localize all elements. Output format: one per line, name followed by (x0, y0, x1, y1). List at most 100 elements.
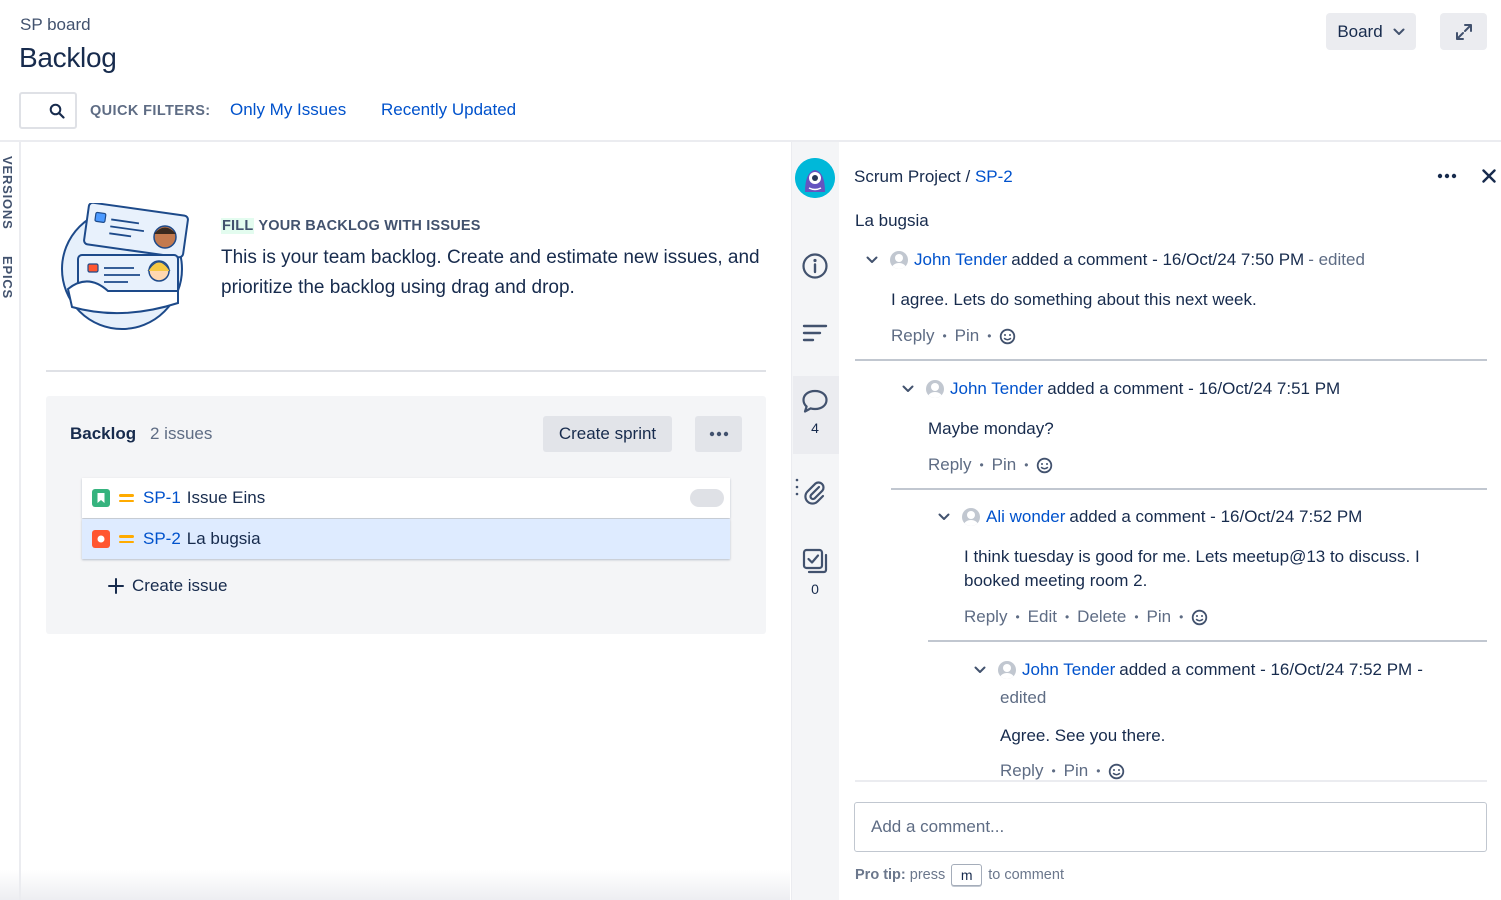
issue-key[interactable]: SP-2 (143, 529, 181, 549)
reply-link[interactable]: Reply (1000, 761, 1043, 781)
issue-more-button[interactable] (1434, 166, 1460, 186)
emoji-reaction-icon[interactable] (1036, 457, 1053, 474)
pin-link[interactable]: Pin (1147, 607, 1172, 627)
details-rail-button[interactable] (795, 252, 835, 280)
empty-state-heading-highlight: FILL (221, 218, 255, 234)
chevron-down-icon[interactable] (862, 250, 882, 270)
board-button-label: Board (1337, 21, 1383, 41)
checklist-icon (802, 548, 828, 574)
quick-filter-recently-updated[interactable]: Recently Updated (381, 100, 516, 120)
comment-author[interactable]: John Tender (1022, 660, 1115, 680)
paperclip-icon (804, 481, 825, 505)
comment-body: I agree. Lets do something about this ne… (891, 290, 1257, 309)
close-icon (1482, 169, 1496, 183)
breadcrumb-separator: / (965, 167, 971, 186)
emoji-reaction-icon[interactable] (1108, 763, 1125, 780)
backlog-more-button[interactable] (695, 416, 742, 452)
board-dropdown-button[interactable]: Board (1326, 13, 1416, 50)
pro-tip-rest: to comment (988, 867, 1064, 883)
emoji-reaction-icon[interactable] (1191, 609, 1208, 626)
priority-medium-icon (119, 534, 134, 544)
tab-versions[interactable]: VERSIONS (0, 156, 15, 230)
comment-actions: Reply • Edit • Delete • Pin • (964, 607, 1208, 627)
quick-filters-label: QUICK FILTERS: (90, 103, 211, 119)
chevron-down-icon[interactable] (934, 507, 954, 527)
project-link[interactable]: Scrum Project (854, 167, 961, 186)
user-avatar-icon (998, 661, 1016, 679)
pro-tip-label: Pro tip: (855, 867, 906, 883)
reply-link[interactable]: Reply (928, 455, 971, 475)
comment-timestamp[interactable]: 16/Oct/24 7:50 PM (1162, 250, 1304, 270)
fullscreen-button[interactable] (1440, 13, 1487, 50)
comment-timestamp[interactable]: 16/Oct/24 7:52 PM (1270, 660, 1412, 680)
story-icon (92, 489, 110, 507)
add-comment-input[interactable] (854, 802, 1487, 852)
comment-edited: edited (1000, 688, 1047, 707)
more-icon (709, 431, 728, 437)
quick-filter-only-my-issues[interactable]: Only My Issues (230, 100, 346, 120)
header-divider (0, 140, 1501, 142)
chevron-down-icon (1393, 28, 1405, 35)
project-avatar[interactable] (795, 158, 835, 198)
pro-tip-press: press (909, 867, 946, 883)
pin-link[interactable]: Pin (955, 326, 980, 346)
plus-icon (108, 578, 124, 594)
info-icon (802, 253, 828, 279)
close-detail-button[interactable] (1478, 164, 1500, 188)
comment-edited: - edited (1308, 250, 1365, 269)
breadcrumb[interactable]: SP board (20, 15, 91, 35)
user-avatar-icon (926, 380, 944, 398)
comment-verb: added a comment - (1119, 660, 1266, 679)
priority-medium-icon (119, 493, 134, 503)
chevron-down-icon[interactable] (898, 379, 918, 399)
description-rail-button[interactable] (795, 322, 835, 346)
section-divider (46, 370, 766, 372)
comment-icon (802, 389, 828, 413)
comment-author[interactable]: John Tender (950, 379, 1043, 399)
reply-link[interactable]: Reply (891, 326, 934, 346)
comment-divider (855, 359, 1487, 361)
comments-rail-button[interactable]: 4 (795, 388, 835, 436)
search-icon (49, 103, 65, 119)
attachments-rail-button[interactable] (795, 480, 835, 506)
emoji-reaction-icon[interactable] (999, 328, 1016, 345)
search-input[interactable] (19, 92, 77, 129)
comment-divider (891, 488, 1487, 490)
more-icon (1437, 173, 1457, 179)
backlog-issue-count: 2 issues (150, 424, 213, 443)
issue-row-sp-1[interactable]: SP-1 Issue Eins (82, 478, 730, 518)
user-avatar-icon (890, 251, 908, 269)
keyboard-shortcut-key: m (951, 864, 983, 886)
comment-timestamp[interactable]: 16/Oct/24 7:52 PM (1221, 507, 1363, 527)
edit-link[interactable]: Edit (1028, 607, 1057, 627)
comment-timestamp-suffix: - (1417, 660, 1423, 679)
issue-key[interactable]: SP-1 (143, 488, 181, 508)
pin-link[interactable]: Pin (992, 455, 1017, 475)
checklist-rail-button[interactable]: 0 (795, 547, 835, 597)
comment-verb: added a comment - (1047, 379, 1194, 398)
comment-header: Ali wonder added a comment - 16/Oct/24 7… (934, 507, 1362, 527)
expand-icon (1455, 23, 1472, 40)
pro-tip: Pro tip: press m to comment (855, 864, 1064, 886)
tab-epics[interactable]: EPICS (0, 256, 15, 299)
comment-header: John Tender added a comment - 16/Oct/24 … (898, 379, 1340, 399)
issue-row-sp-2[interactable]: SP-2 La bugsia (82, 519, 730, 559)
delete-link[interactable]: Delete (1077, 607, 1126, 627)
empty-state-heading: FILL YOUR BACKLOG WITH ISSUES (221, 218, 481, 234)
issue-key-link[interactable]: SP-2 (975, 167, 1013, 186)
comment-actions: Reply • Pin • (1000, 761, 1125, 781)
reply-link[interactable]: Reply (964, 607, 1007, 627)
comment-edited-line: edited (1000, 688, 1046, 708)
create-sprint-button[interactable]: Create sprint (543, 416, 672, 452)
issue-summary: Issue Eins (186, 488, 266, 507)
pin-link[interactable]: Pin (1064, 761, 1089, 781)
user-avatar-icon (962, 508, 980, 526)
create-issue-button[interactable]: Create issue (108, 576, 227, 596)
comment-timestamp[interactable]: 16/Oct/24 7:51 PM (1198, 379, 1340, 399)
comment-author[interactable]: John Tender (914, 250, 1007, 270)
bottom-fade (0, 870, 790, 900)
chevron-down-icon[interactable] (970, 660, 990, 680)
comment-actions: Reply • Pin • (928, 455, 1053, 475)
estimate-badge[interactable] (690, 489, 724, 507)
comment-author[interactable]: Ali wonder (986, 507, 1065, 527)
